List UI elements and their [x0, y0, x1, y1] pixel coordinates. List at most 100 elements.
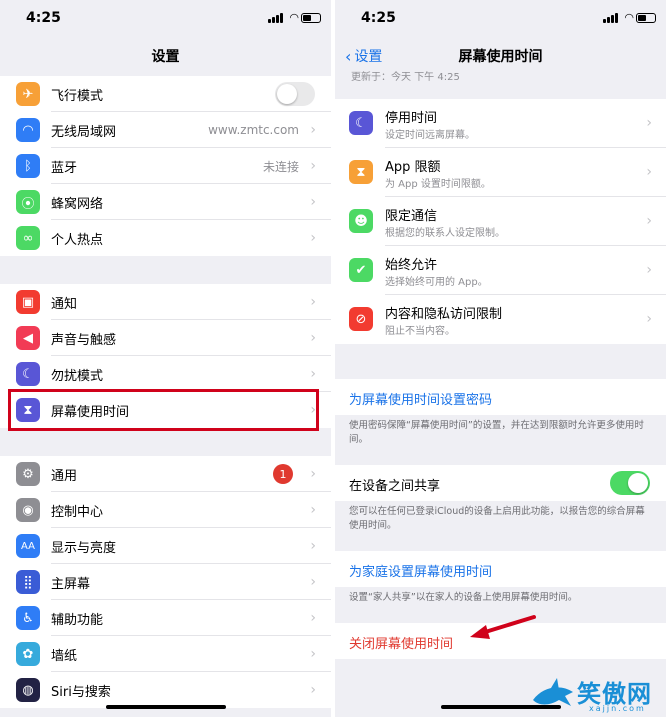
- watermark: 笑傲网 xajjn.com: [527, 672, 666, 717]
- settings-row-cellular[interactable]: ⦿ 蜂窝网络 ›: [0, 184, 331, 220]
- watermark-url: xajjn.com: [589, 704, 646, 713]
- screen-time-row-downtime[interactable]: ☾ 停用时间设定时间远离屏幕。 ›: [335, 99, 666, 148]
- screen-time-row-app-limits[interactable]: ⧗ App 限额为 App 设置时间限额。 ›: [335, 148, 666, 197]
- display-icon: AA: [16, 534, 40, 558]
- status-time: 4:25: [26, 10, 61, 26]
- screen-time-options: ☾ 停用时间 设定时间远离屏幕。 › ⧗ App 限额为 App 设置时间限额。 › ☻ 限定通…: [335, 99, 666, 344]
- family-setup-row[interactable]: 为家庭设置屏幕使用时间: [335, 551, 666, 587]
- settings-row-display[interactable]: AA 显示与亮度 ›: [0, 528, 331, 564]
- turn-off-screen-time-button[interactable]: 关闭屏幕使用时间: [349, 633, 453, 652]
- chevron-right-icon: ›: [646, 164, 652, 180]
- chevron-right-icon: ›: [310, 466, 316, 482]
- settings-row-wifi[interactable]: ◠ 无线局域网 www.zmtc.com ›: [0, 112, 331, 148]
- hotspot-icon: ∞: [16, 226, 40, 250]
- settings-row-gear[interactable]: ⚙ 通用 1 ›: [0, 456, 331, 492]
- shark-logo-icon: [533, 678, 573, 706]
- screen-time-row-title: 始终允许: [385, 258, 438, 273]
- communication-limits-icon: ☻: [349, 209, 373, 233]
- status-bar: 4:25 ◠: [335, 0, 666, 36]
- settings-row-label: 蓝牙: [51, 160, 78, 176]
- settings-row-hotspot[interactable]: ∞ 个人热点 ›: [0, 220, 331, 256]
- annotation-arrow-icon: [470, 615, 536, 639]
- wifi-status-icon: ◠: [289, 11, 299, 24]
- bluetooth-icon: ᛒ: [16, 154, 40, 178]
- settings-group-connectivity: ✈ 飞行模式 ◠ 无线局域网 www.zmtc.com › ᛒ 蓝牙 未连接 › ⦿ 蜂窝网络 › ∞ 个人…: [0, 76, 331, 256]
- chevron-right-icon: ›: [646, 115, 652, 131]
- settings-row-label: 控制中心: [51, 504, 104, 520]
- settings-row-label: 通知: [51, 296, 78, 312]
- family-note: 设置“家人共享”以在家人的设备上使用屏幕使用时间。: [349, 592, 578, 603]
- settings-row-home-screen[interactable]: ⣿ 主屏幕 ›: [0, 564, 331, 600]
- airplane-icon: ✈: [16, 82, 40, 106]
- chevron-right-icon: ›: [646, 213, 652, 229]
- home-screen-icon: ⣿: [16, 570, 40, 594]
- chevron-right-icon: ›: [310, 158, 316, 174]
- chevron-right-icon: ›: [310, 574, 316, 590]
- downtime-icon: ☾: [349, 111, 373, 135]
- chevron-right-icon: ›: [310, 502, 316, 518]
- chevron-right-icon: ›: [310, 682, 316, 698]
- app-limits-icon: ⧗: [349, 160, 373, 184]
- settings-row-siri[interactable]: ◍ Siri与搜索 ›: [0, 672, 331, 708]
- settings-row-detail: www.zmtc.com: [208, 123, 299, 137]
- screen-time-row-restrictions[interactable]: ⊘ 内容和隐私访问限制 阻止不当内容。 ›: [335, 295, 666, 344]
- sound-icon: ◀: [16, 326, 40, 350]
- screen-time-row-title: 限定通信: [385, 209, 438, 224]
- set-passcode-row[interactable]: 为屏幕使用时间设置密码: [335, 379, 666, 415]
- settings-row-label: Siri与搜索: [51, 684, 111, 700]
- screen-time-row-title: 停用时间: [385, 111, 438, 126]
- wallpaper-icon: ✿: [16, 642, 40, 666]
- control-center-icon: ◉: [16, 498, 40, 522]
- settings-row-label: 飞行模式: [51, 88, 104, 104]
- settings-row-label: 勿扰模式: [51, 368, 104, 384]
- set-passcode-link[interactable]: 为屏幕使用时间设置密码: [349, 389, 492, 408]
- airplane-mode-toggle[interactable]: [275, 82, 315, 106]
- chevron-right-icon: ›: [310, 122, 316, 138]
- page-title: 屏幕使用时间: [458, 49, 543, 65]
- settings-row-label: 显示与亮度: [51, 540, 117, 556]
- moon-icon: ☾: [16, 362, 40, 386]
- screen-time-row-always-allowed[interactable]: ✔ 始终允许 选择始终可用的 App。 ›: [335, 246, 666, 295]
- settings-row-notifications[interactable]: ▣ 通知 ›: [0, 284, 331, 320]
- settings-row-wallpaper[interactable]: ✿ 墙纸 ›: [0, 636, 331, 672]
- chevron-right-icon: ›: [310, 538, 316, 554]
- screen-time-row-title: App 限额: [385, 160, 441, 175]
- status-time: 4:25: [361, 10, 396, 26]
- family-setup-link[interactable]: 为家庭设置屏幕使用时间: [349, 561, 492, 580]
- settings-screen: 4:25 ◠ 设置 ✈ 飞行模式 ◠ 无线局域网 www.zmtc.com › ᛒ 蓝牙 未连接…: [0, 0, 331, 717]
- settings-row-accessibility[interactable]: ♿ 辅助功能 ›: [0, 600, 331, 636]
- screen-time-highlight: [8, 389, 319, 431]
- settings-row-bluetooth[interactable]: ᛒ 蓝牙 未连接 ›: [0, 148, 331, 184]
- status-bar: 4:25 ◠: [0, 0, 331, 36]
- passcode-note: 使用密码保障“屏幕使用时间”的设置，并在达到限额时允许更多使用时间。: [349, 420, 644, 445]
- screen-time-row-title: 内容和隐私访问限制: [385, 307, 503, 322]
- chevron-right-icon: ›: [310, 194, 316, 210]
- updated-timestamp: 更新于：今天 下午 4:25: [351, 72, 460, 83]
- signal-icon: [268, 13, 283, 23]
- notifications-icon: ▣: [16, 290, 40, 314]
- signal-icon: [603, 13, 618, 23]
- settings-group-general: ⚙ 通用 1 › ◉ 控制中心 › AA 显示与亮度 › ⣿ 主屏幕 › ♿ 辅助功能 › ✿ 墙纸 › ◍ Siri与…: [0, 456, 331, 708]
- settings-row-label: 辅助功能: [51, 612, 104, 628]
- settings-row-detail: 未连接: [262, 159, 299, 174]
- settings-row-control-center[interactable]: ◉ 控制中心 ›: [0, 492, 331, 528]
- wifi-status-icon: ◠: [624, 11, 634, 24]
- settings-row-label: 主屏幕: [51, 576, 91, 592]
- cellular-icon: ⦿: [16, 190, 40, 214]
- settings-row-label: 通用: [51, 468, 78, 484]
- settings-row-sound[interactable]: ◀ 声音与触感 ›: [0, 320, 331, 356]
- settings-row-label: 蜂窝网络: [51, 196, 104, 212]
- accessibility-icon: ♿: [16, 606, 40, 630]
- battery-icon: [301, 13, 321, 23]
- chevron-right-icon: ›: [310, 610, 316, 626]
- settings-row-label: 无线局域网: [51, 124, 117, 140]
- settings-row-label: 声音与触感: [51, 332, 117, 348]
- toggle-knob: [277, 84, 297, 104]
- screen-time-row-communication-limits[interactable]: ☻ 限定通信 根据您的联系人设定限制。 ›: [335, 197, 666, 246]
- settings-row-airplane[interactable]: ✈ 飞行模式: [0, 76, 331, 112]
- share-toggle[interactable]: [610, 471, 650, 495]
- screen-time-screen: 4:25 ◠ ‹ 设置 屏幕使用时间 更新于：今天 下午 4:25 ☾ 停用时间设…: [335, 0, 666, 717]
- chevron-right-icon: ›: [310, 230, 316, 246]
- screen-time-row-subtitle: 设定时间远离屏幕。: [385, 130, 475, 141]
- settings-row-moon[interactable]: ☾ 勿扰模式 ›: [0, 356, 331, 392]
